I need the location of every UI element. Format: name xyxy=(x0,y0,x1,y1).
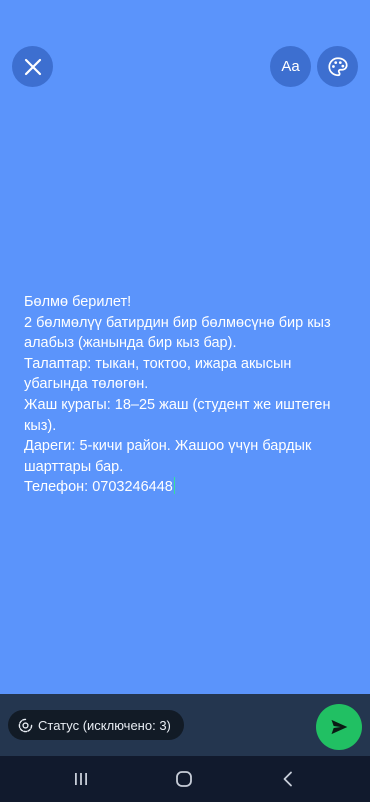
status-text: Бөлмө берилет! 2 бөлмөлүү батирдин бир б… xyxy=(24,294,331,496)
status-bottom-bar: Статус (исключено: 3) xyxy=(0,694,370,756)
back-button[interactable] xyxy=(276,768,300,790)
close-icon xyxy=(24,58,41,75)
back-icon xyxy=(283,771,292,787)
recents-icon xyxy=(75,773,87,785)
palette-icon xyxy=(327,56,348,76)
privacy-icon xyxy=(18,718,33,733)
send-icon xyxy=(331,719,348,735)
color-palette-button[interactable] xyxy=(317,46,358,87)
status-privacy-label: Статус (исключено: 3) xyxy=(38,717,171,733)
status-text-input[interactable]: Бөлмө берилет! 2 бөлмөлүү батирдин бир б… xyxy=(24,292,354,498)
status-privacy-button[interactable]: Статус (исключено: 3) xyxy=(8,710,184,740)
close-button[interactable] xyxy=(12,46,53,87)
home-button[interactable] xyxy=(172,768,196,790)
font-style-button[interactable]: Aa xyxy=(270,46,311,87)
send-button[interactable] xyxy=(316,704,362,750)
home-icon xyxy=(176,771,192,787)
status-composer: Aa Бөлмө берилет! 2 бөлмөлүү батирдин би… xyxy=(0,0,370,694)
font-style-label: Aa xyxy=(281,58,300,75)
recents-button[interactable] xyxy=(69,768,93,790)
system-navigation-bar xyxy=(0,756,370,802)
text-cursor xyxy=(173,477,176,495)
